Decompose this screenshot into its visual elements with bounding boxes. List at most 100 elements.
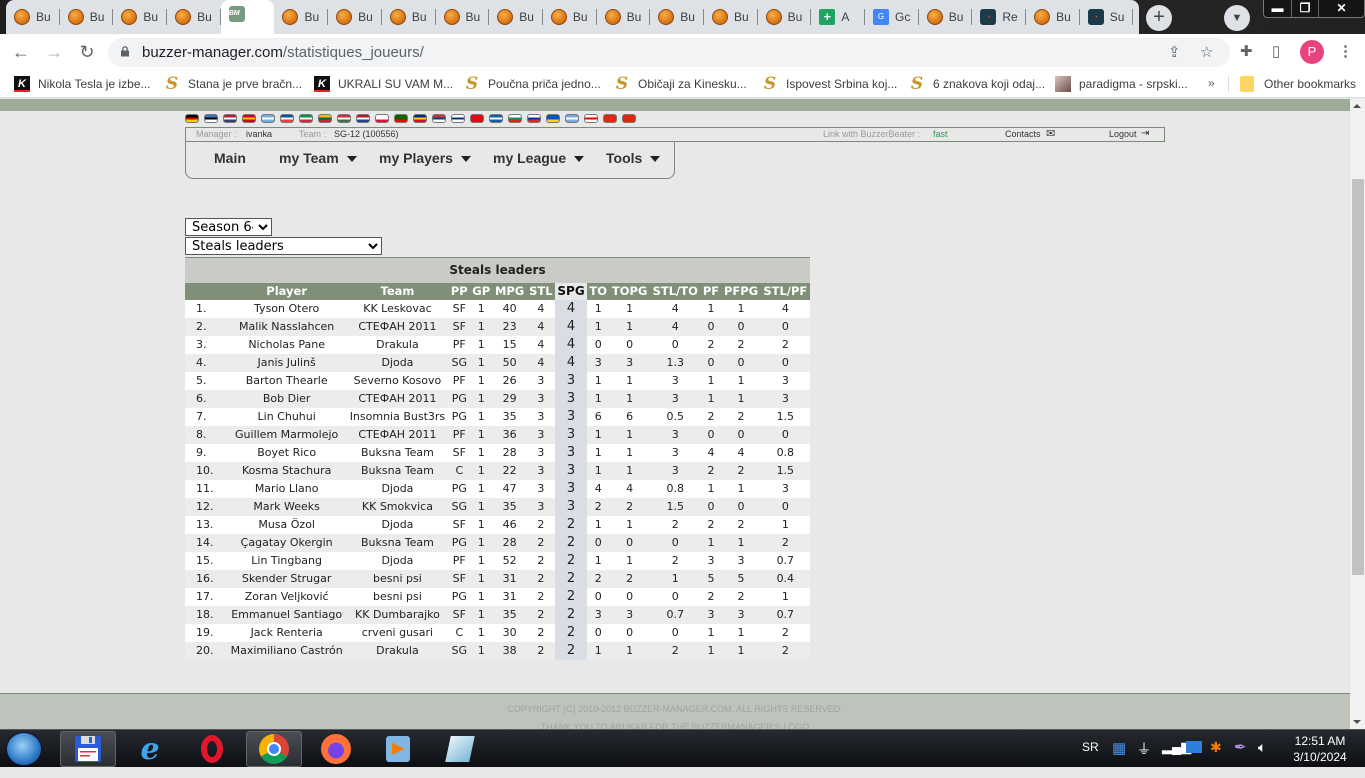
avast-icon[interactable]: ✱: [1210, 739, 1222, 777]
cell-team[interactable]: СТЕФАН 2011: [346, 389, 449, 408]
cell-player[interactable]: Jack Renteria: [227, 623, 347, 642]
column-header-gp[interactable]: GP: [470, 282, 493, 300]
browser-tab[interactable]: Bu: [113, 0, 167, 34]
browser-tab[interactable]: ◔ Su: [1080, 0, 1134, 34]
cell-player[interactable]: Bob Dier: [227, 389, 347, 408]
system-clock[interactable]: 12:51 AM 3/10/2024: [1290, 733, 1350, 765]
start-button[interactable]: [6, 732, 42, 766]
language-flag-icon[interactable]: [318, 114, 332, 123]
cell-player[interactable]: Skender Strugar: [227, 569, 347, 588]
language-flag-icon[interactable]: [527, 114, 541, 123]
bookmark-item[interactable]: S Ispovest Srbina koj...: [762, 76, 898, 93]
taskbar-app-chrome[interactable]: [246, 731, 302, 767]
language-flag-icon[interactable]: [489, 114, 503, 123]
language-flag-icon[interactable]: [299, 114, 313, 123]
volume-icon[interactable]: 🔈︎: [1258, 739, 1266, 777]
feather-icon[interactable]: ✒: [1234, 738, 1247, 776]
menu-my-players[interactable]: my Players: [379, 150, 471, 166]
taskbar-app-firefox[interactable]: [308, 731, 364, 767]
language-flag-icon[interactable]: [508, 114, 522, 123]
language-flag-icon[interactable]: [375, 114, 389, 123]
browser-tab[interactable]: + A: [811, 0, 865, 34]
cell-team[interactable]: Djoda: [346, 479, 449, 498]
browser-tab[interactable]: Bu: [650, 0, 704, 34]
language-flag-icon[interactable]: [432, 114, 446, 123]
profile-avatar[interactable]: P: [1300, 40, 1324, 64]
browser-tab[interactable]: Bu: [167, 0, 221, 34]
bookmark-item[interactable]: S Stana je prve bračn...: [164, 76, 302, 93]
cell-team[interactable]: Djoda: [346, 353, 449, 372]
column-header-rank[interactable]: [185, 282, 227, 300]
cell-team[interactable]: СТЕФАН 2011: [346, 317, 449, 336]
menu-tools[interactable]: Tools: [606, 150, 661, 166]
cell-team[interactable]: СТЕФАН 2011: [346, 425, 449, 444]
cell-team[interactable]: KK Dumbarajko: [346, 605, 449, 624]
language-flag-icon[interactable]: [584, 114, 598, 123]
reload-button[interactable]: ↻: [75, 40, 99, 64]
side-panel-icon[interactable]: ▯: [1272, 42, 1280, 60]
scroll-up-arrow-icon[interactable]: [1353, 104, 1361, 108]
column-header-stl-pf[interactable]: STL/PF: [760, 282, 810, 300]
browser-tab[interactable]: BM✕: [220, 0, 275, 34]
column-header-mpg[interactable]: MPG: [492, 282, 527, 300]
stat-type-select[interactable]: Steals leaders: [185, 237, 382, 255]
restore-button[interactable]: ❐: [1291, 0, 1318, 17]
camera-tray-icon[interactable]: [1186, 741, 1202, 753]
menu-main[interactable]: Main: [214, 150, 246, 166]
column-header-pfpg[interactable]: PFPG: [721, 282, 761, 300]
language-flag-icon[interactable]: [204, 114, 218, 123]
cell-player[interactable]: Emmanuel Santiago: [227, 605, 347, 624]
cell-player[interactable]: Lin Tingbang: [227, 551, 347, 570]
extensions-puzzle-icon[interactable]: ✚: [1240, 42, 1253, 60]
back-button[interactable]: ←: [9, 40, 33, 64]
language-indicator[interactable]: SR: [1082, 740, 1099, 778]
column-header-pf[interactable]: PF: [700, 282, 722, 300]
cell-player[interactable]: Malik Nasslahcen: [227, 317, 347, 336]
cell-team[interactable]: Djoda: [346, 551, 449, 570]
cell-team[interactable]: Drakula: [346, 641, 449, 660]
share-icon[interactable]: ⇪: [1168, 43, 1181, 61]
browser-tab[interactable]: Bu: [919, 0, 973, 34]
other-bookmarks-folder[interactable]: Other bookmarks: [1240, 76, 1356, 92]
column-header-spg[interactable]: SPG: [554, 282, 588, 300]
language-flag-icon[interactable]: [470, 114, 484, 123]
column-header-to[interactable]: TO: [587, 282, 610, 300]
browser-tab[interactable]: Bu: [543, 0, 597, 34]
scroll-down-arrow-icon[interactable]: [1353, 720, 1361, 724]
browser-tab[interactable]: Bu: [704, 0, 758, 34]
cell-team[interactable]: Severno Kosovo: [346, 371, 449, 390]
cell-team[interactable]: Djoda: [346, 515, 449, 534]
cell-player[interactable]: Janis Julinš: [227, 353, 347, 372]
bookmark-item[interactable]: K Nikola Tesla je izbe...: [14, 76, 151, 92]
cell-player[interactable]: Mark Weeks: [227, 497, 347, 516]
new-tab-button[interactable]: +: [1146, 5, 1172, 31]
browser-tab[interactable]: Bu: [382, 0, 436, 34]
bookmarks-overflow-button[interactable]: »: [1208, 76, 1215, 90]
browser-tab[interactable]: Bu: [60, 0, 114, 34]
bookmark-item[interactable]: K UKRALI SU VAM M...: [314, 76, 453, 92]
cell-player[interactable]: Nicholas Pane: [227, 335, 347, 354]
browser-tab[interactable]: Bu: [328, 0, 382, 34]
cell-team[interactable]: besni psi: [346, 587, 449, 606]
cell-team[interactable]: Buksna Team: [346, 443, 449, 462]
logout-link[interactable]: Logout: [1109, 129, 1137, 139]
cell-player[interactable]: Çagatay Okergin: [227, 533, 347, 552]
language-flag-icon[interactable]: [261, 114, 275, 123]
bookmark-star-icon[interactable]: ☆: [1200, 43, 1213, 61]
cell-player[interactable]: Guillem Marmolejo: [227, 425, 347, 444]
cell-team[interactable]: crveni gusari: [346, 623, 449, 642]
menu-my-league[interactable]: my League: [493, 150, 585, 166]
logout-icon[interactable]: ⇥: [1141, 128, 1149, 139]
page-scrollbar[interactable]: [1350, 99, 1365, 729]
cell-player[interactable]: Lin Chuhui: [227, 407, 347, 426]
cell-player[interactable]: Boyet Rico: [227, 443, 347, 462]
bookmark-item[interactable]: S Poučna priča jedno...: [464, 76, 601, 93]
cell-team[interactable]: KK Smokvica: [346, 497, 449, 516]
browser-tab[interactable]: Bu: [597, 0, 651, 34]
column-header-stl[interactable]: STL: [526, 282, 555, 300]
forward-button[interactable]: →: [42, 40, 66, 64]
browser-tab[interactable]: Bu: [436, 0, 490, 34]
menu-kebab-icon[interactable]: ⋮: [1338, 42, 1353, 60]
close-window-button[interactable]: ✕: [1318, 0, 1364, 17]
language-flag-icon[interactable]: [242, 114, 256, 123]
